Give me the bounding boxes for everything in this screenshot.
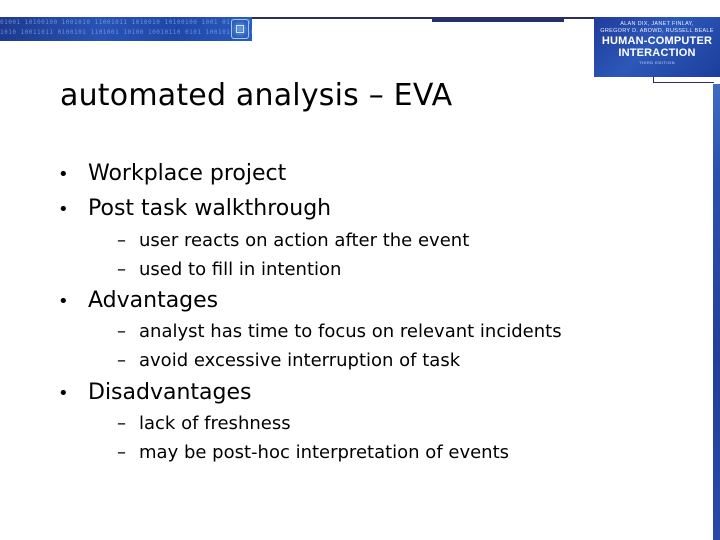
dash-icon: –	[117, 413, 126, 434]
binary-pattern: 01001 10100100 1001010 11001011 1010010 …	[0, 18, 252, 38]
chip-icon	[231, 19, 249, 39]
sub-bullet-item: – used to fill in intention	[117, 258, 342, 282]
bullet-text: Post task walkthrough	[88, 196, 332, 221]
header-accent-bar	[432, 18, 564, 22]
book-authors: ALAN DIX, JANET FINLAY,	[620, 21, 694, 27]
book-cover-logo: ALAN DIX, JANET FINLAY, GREGORY D. ABOWD…	[594, 17, 720, 77]
bullet-icon: •	[58, 291, 69, 312]
bullet-icon: •	[58, 383, 69, 404]
sub-bullet-item: – may be post-hoc interpretation of event…	[117, 441, 510, 465]
sub-bullet-text: used to fill in intention	[139, 259, 342, 280]
bullet-text: Advantages	[88, 288, 219, 313]
sub-bullet-text: avoid excessive interruption of task	[139, 350, 461, 371]
bullet-item: • Disadvantages	[58, 379, 251, 408]
book-title: HUMAN-COMPUTER	[601, 35, 713, 47]
decorative-connector	[653, 77, 714, 83]
bullet-icon: •	[58, 164, 69, 185]
bullet-item: • Advantages	[58, 287, 218, 316]
sub-bullet-item: – lack of freshness	[117, 412, 291, 436]
sub-bullet-item: – user reacts on action after the event	[117, 229, 470, 253]
dash-icon: –	[117, 350, 126, 371]
book-title: INTERACTION	[618, 47, 696, 59]
dash-icon: –	[117, 259, 126, 280]
dash-icon: –	[117, 321, 126, 342]
slide-title: automated analysis – EVA	[60, 78, 453, 113]
dash-icon: –	[117, 230, 126, 251]
binary-pattern-line: 01001 10100100 1001010 11001011 1010010 …	[0, 19, 252, 26]
sub-bullet-item: – analyst has time to focus on relevant i…	[117, 320, 562, 344]
sub-bullet-item: – avoid excessive interruption of task	[117, 349, 461, 373]
sub-bullet-text: user reacts on action after the event	[139, 230, 470, 251]
bullet-text: Workplace project	[88, 161, 287, 186]
side-decoration-strip	[713, 84, 720, 540]
sub-bullet-text: analyst has time to focus on relevant in…	[139, 321, 562, 342]
dash-icon: –	[117, 442, 126, 463]
book-authors: GREGORY D. ABOWD, RUSSELL BEALE	[600, 28, 714, 34]
bullet-item: • Workplace project	[58, 160, 286, 189]
bullet-icon: •	[58, 199, 69, 220]
sub-bullet-text: lack of freshness	[139, 413, 291, 434]
book-edition: THIRD EDITION	[638, 60, 676, 65]
bullet-item: • Post task walkthrough	[58, 195, 331, 224]
header-banner: 01001 10100100 1001010 11001011 1010010 …	[0, 17, 252, 41]
binary-pattern-line: 1010 10011011 0100101 1101001 10100 1001…	[0, 29, 252, 36]
sub-bullet-text: may be post-hoc interpretation of events	[139, 442, 510, 463]
bullet-text: Disadvantages	[88, 380, 252, 405]
